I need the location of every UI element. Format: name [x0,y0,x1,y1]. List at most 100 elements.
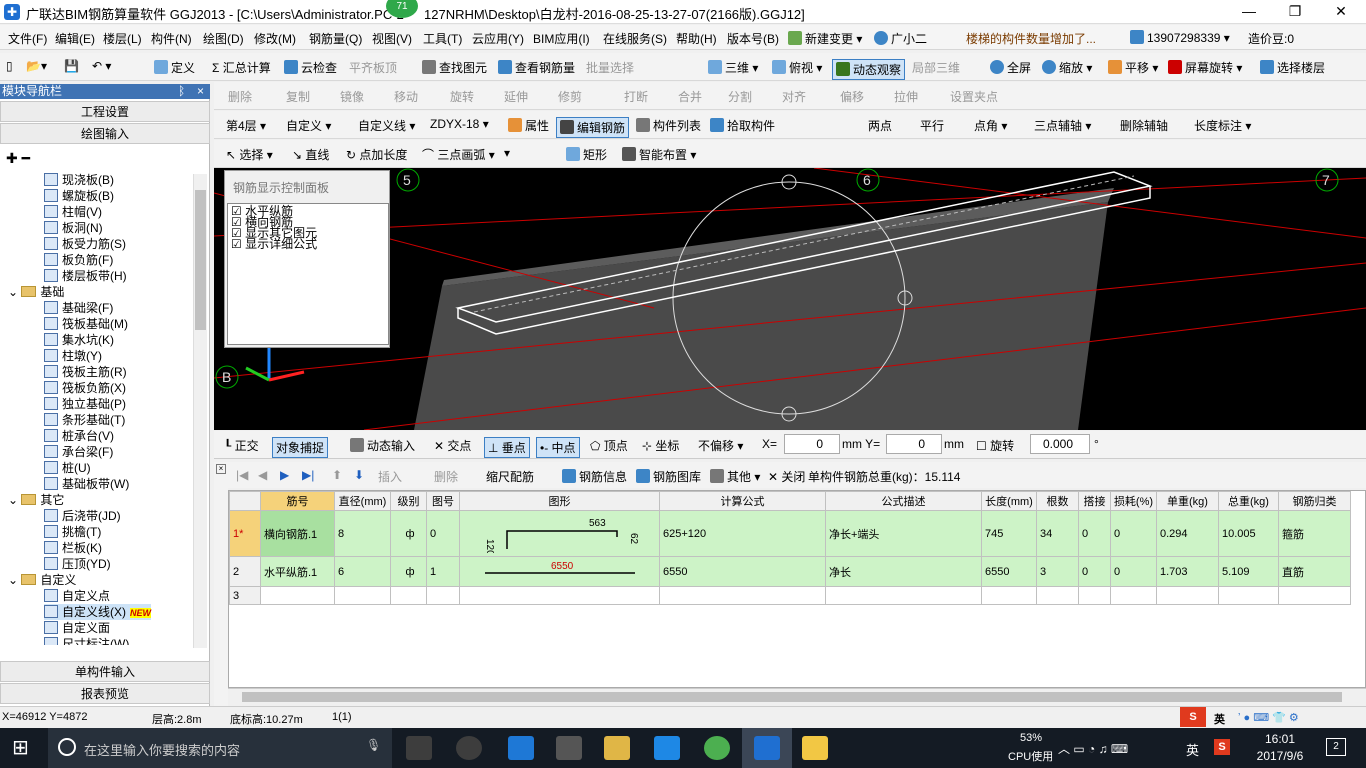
cell-total-weight[interactable]: 5.109 [1218,556,1279,587]
select-floor-button[interactable]: 选择楼层 [1260,59,1325,76]
delete-row-button[interactable]: 删除 [434,468,458,485]
menu-bim[interactable]: BIM应用(I) [533,30,590,47]
menu-version[interactable]: 版本号(B) [727,30,779,47]
collapse-icon[interactable]: ⌄ [8,285,21,299]
tree-item[interactable]: 栏板(K) [44,540,102,556]
task-view-icon[interactable] [406,736,432,760]
tree-item[interactable]: 压顶(YD) [44,556,111,572]
delete-button[interactable]: 删除 [228,88,252,105]
three-point-arc-button[interactable]: ⌒ 三点画弧 ▾ [422,146,495,163]
explorer-icon[interactable] [604,736,630,760]
row-index[interactable]: 1* [229,510,261,557]
move-button[interactable]: 移动 [394,88,418,105]
cell-diameter[interactable] [334,586,391,605]
component-list-button[interactable]: 构件列表 [636,117,701,134]
tree-item[interactable]: 集水坑(K) [44,332,114,348]
copy-button[interactable]: 复制 [286,88,310,105]
smart-layout-button[interactable]: 智能布置 ▾ [622,146,696,163]
split-button[interactable]: 分割 [728,88,752,105]
clock-time[interactable]: 16:01 [1250,732,1310,746]
arc-dropdown[interactable]: ▾ [504,146,510,160]
restore-button[interactable]: ❐ [1272,0,1318,24]
line-button[interactable]: ↘ 直线 [292,146,329,163]
merge-button[interactable]: 合并 [678,88,702,105]
header-count[interactable]: 根数 [1036,491,1079,511]
move-down-icon[interactable]: ⬇ [354,468,364,482]
cloud-check-button[interactable]: 云检查 [284,59,337,76]
coordinate-snap[interactable]: ⊹ 坐标 [642,437,679,454]
cell-formula[interactable] [659,586,826,605]
tree-item[interactable]: 板洞(N) [44,220,103,236]
cell-formula[interactable]: 6550 [659,556,826,587]
save-icon[interactable]: 💾 [64,59,79,73]
dynamic-observe-button[interactable]: 动态观察 [832,59,906,80]
cell-unit-weight[interactable]: 0.294 [1156,510,1219,557]
menu-cloud[interactable]: 云应用(Y) [472,30,524,47]
cell-loss[interactable]: 0 [1110,510,1157,557]
cell-length[interactable]: 745 [981,510,1037,557]
align-slab-top-button[interactable]: 平齐板顶 [349,59,397,76]
tray-sogou-icon[interactable]: S [1214,739,1230,755]
next-record-icon[interactable]: ▶ [280,468,289,482]
cell-grade[interactable] [390,586,427,605]
new-file-icon[interactable]: ▯ [6,59,13,73]
calc-button[interactable]: Σ 汇总计算 [212,59,271,76]
menu-assistant[interactable]: 广小二 [874,30,927,47]
menu-floor[interactable]: 楼层(L) [103,30,142,47]
rotate-button[interactable]: 旋转 [450,88,474,105]
tree-item[interactable]: 筏板主筋(R) [44,364,127,380]
break-button[interactable]: 打断 [624,88,648,105]
tree-item[interactable]: 板受力筋(S) [44,236,126,252]
extend-button[interactable]: 延伸 [504,88,528,105]
tree-item[interactable]: 筏板基础(M) [44,316,128,332]
row-index[interactable]: 3 [229,586,261,605]
rotate-input[interactable]: 0.000 [1030,434,1090,454]
tree-item[interactable]: 螺旋板(B) [44,188,114,204]
menu-rebar[interactable]: 钢筋量(Q) [309,30,362,47]
row-index[interactable]: 2 [229,556,261,587]
grid-close-icon[interactable]: × [216,464,226,474]
rectangle-button[interactable]: 矩形 [566,146,607,163]
tree-item[interactable]: 条形基础(T) [44,412,125,428]
header-shape[interactable]: 图形 [459,491,660,511]
app-swirl-icon[interactable] [456,736,482,760]
close-grid-button[interactable]: ✕ 关闭 [768,468,805,485]
ime-tools-icon[interactable]: ʼ ● ⌨ 👕 ⚙ [1238,711,1299,724]
intersection-snap[interactable]: ✕ 交点 [434,437,471,454]
cell-formula[interactable]: 625+120 [659,510,826,557]
cell-shape[interactable]: 563 120 62 [459,510,660,557]
cell-bar-no[interactable]: 水平纵筋.1 [260,556,335,587]
header-length[interactable]: 长度(mm) [981,491,1037,511]
subtype-select[interactable]: 自定义线 ▾ [358,117,415,134]
menu-file[interactable]: 文件(F) [8,30,47,47]
fullscreen-button[interactable]: 全屏 [990,59,1031,76]
active-task[interactable] [742,728,792,768]
tree-folder[interactable]: ⌄ 自定义 [8,572,76,588]
header-shape-no[interactable]: 图号 [426,491,460,511]
pin-icon[interactable]: ᛒ [178,84,185,99]
table-row[interactable]: 2 水平纵筋.1 6 ф 1 6550 6550 净长 6550 3 0 0 1… [229,556,1351,587]
view-rebar-button[interactable]: 查看钢筋量 [498,59,575,76]
tree-item[interactable]: 自定义点 [44,588,110,604]
tree-scrollbar[interactable] [193,174,207,648]
grid-hscrollbar[interactable] [228,688,1366,705]
tree-item[interactable]: 筏板负筋(X) [44,380,126,396]
select-button[interactable]: ↖ 选择 ▾ [226,146,273,163]
menu-tools[interactable]: 工具(T) [423,30,462,47]
store-icon[interactable] [556,736,582,760]
find-element-button[interactable]: 查找图元 [422,59,487,76]
cell-lap[interactable] [1078,586,1111,605]
undo-icon[interactable]: ↶ ▾ [92,59,111,73]
vertex-snap[interactable]: ⬠ 顶点 [590,437,628,454]
type-select[interactable]: 自定义 ▾ [286,117,331,134]
cell-category[interactable]: 箍筋 [1278,510,1351,557]
cell-bar-no[interactable] [260,586,335,605]
menu-draw[interactable]: 绘图(D) [203,30,244,47]
clock-date[interactable]: 2017/9/6 [1248,749,1312,763]
report-preview-button[interactable]: 报表预览 [0,683,210,704]
local-3d-button[interactable]: 局部三维 [912,59,960,76]
collapse-icon[interactable]: ⌄ [8,573,21,587]
move-up-icon[interactable]: ⬆ [332,468,342,482]
header-category[interactable]: 钢筋归类 [1278,491,1351,511]
parallel-button[interactable]: 平行 [920,117,944,134]
